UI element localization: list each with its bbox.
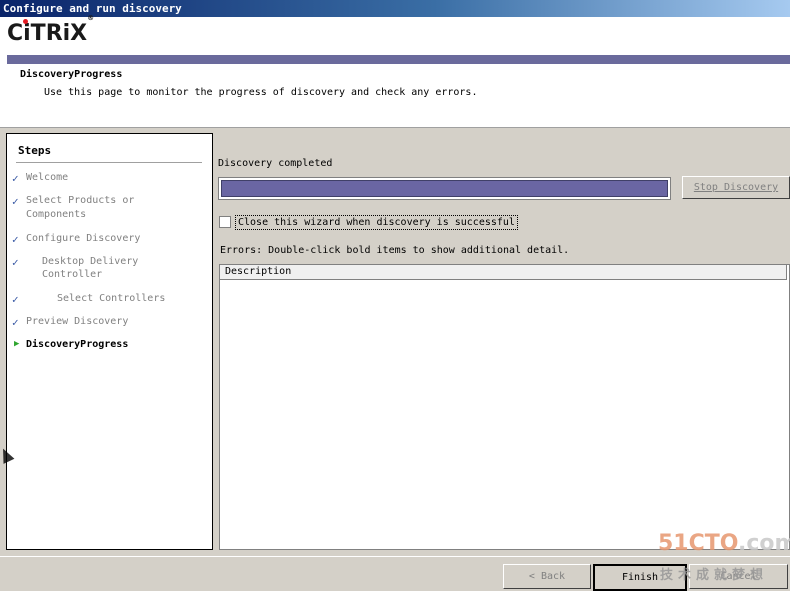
page-title: DiscoveryProgress	[20, 69, 123, 80]
steps-title: Steps	[18, 144, 52, 157]
step-preview-discovery: Preview Discovery	[26, 316, 129, 327]
logo-dot	[23, 19, 28, 24]
current-step-arrow-icon: ▶	[14, 339, 20, 349]
check-icon: ✓	[12, 256, 19, 269]
step-welcome: Welcome	[26, 172, 69, 183]
brand-bar	[7, 55, 790, 64]
citrix-logo: CiTRiX®	[7, 14, 94, 46]
steps-panel: Steps ✓ Welcome ✓ Select Products or Com…	[6, 133, 213, 550]
stop-discovery-button[interactable]: Stop Discovery	[682, 176, 790, 199]
step-desktop-delivery: Desktop Delivery	[42, 256, 139, 267]
check-icon: ✓	[12, 195, 19, 208]
step-select-products: Select Products or	[26, 195, 135, 206]
watermark-text-a: 51CTO	[658, 531, 738, 556]
back-chevron-icon: <	[528, 571, 541, 582]
step-desktop-delivery-cont: Controller	[42, 269, 103, 280]
back-button[interactable]: < Back	[503, 564, 591, 589]
wizard-header: CiTRiX® DiscoveryProgress Use this page …	[0, 14, 790, 128]
watermark-logo: 51CTO.com	[658, 531, 790, 556]
errors-grid[interactable]: Description	[219, 264, 790, 550]
check-icon: ✓	[12, 172, 19, 185]
stop-discovery-label: Stop Discovery	[693, 182, 779, 193]
errors-label: Errors: Double-click bold items to show …	[220, 245, 570, 256]
progress-fill	[221, 180, 668, 197]
column-header-description[interactable]: Description	[220, 265, 787, 280]
watermark-text-b: .com	[738, 531, 790, 556]
logo-text: CiTRiX	[7, 21, 88, 46]
discovery-status: Discovery completed	[218, 158, 333, 169]
close-wizard-label[interactable]: Close this wizard when discovery is succ…	[235, 215, 518, 230]
step-discovery-progress: DiscoveryProgress	[26, 339, 129, 350]
watermark-slogan: 技术成就梦想	[660, 568, 769, 583]
steps-divider	[16, 162, 202, 163]
trademark-mark: ®	[87, 13, 95, 22]
page-description: Use this page to monitor the progress of…	[44, 87, 478, 98]
step-select-products-cont: Components	[26, 209, 87, 220]
footer-divider	[0, 556, 790, 557]
step-select-controllers: Select Controllers	[57, 293, 166, 304]
back-label: Back	[540, 571, 566, 582]
check-icon: ✓	[12, 316, 19, 329]
finish-label: Finish	[621, 572, 659, 583]
check-icon: ✓	[12, 233, 19, 246]
check-icon: ✓	[12, 293, 19, 306]
close-wizard-checkbox[interactable]	[219, 216, 231, 228]
window-title: Configure and run discovery	[0, 0, 790, 17]
discovery-progress-bar	[218, 177, 671, 200]
step-configure-discovery: Configure Discovery	[26, 233, 141, 244]
